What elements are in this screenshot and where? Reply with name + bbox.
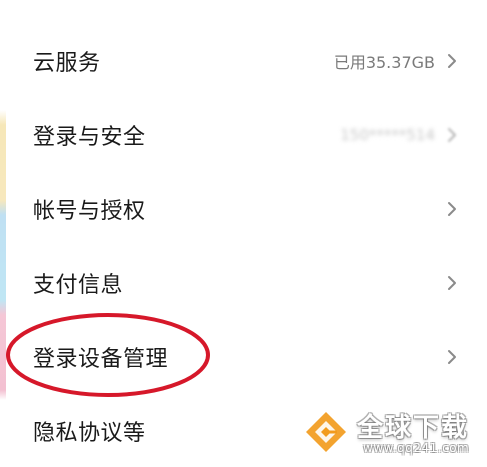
chevron-right-icon xyxy=(443,52,461,70)
settings-item-account-authorization[interactable]: 帐号与授权 xyxy=(0,172,487,246)
settings-item-label: 隐私协议等 xyxy=(33,421,146,446)
chevron-right-icon xyxy=(443,422,461,440)
settings-item-label: 支付信息 xyxy=(33,273,124,298)
account-settings-page: 云服务 已用35.37GB 登录与安全 150*****514 帐号与授权 支付… xyxy=(0,0,487,467)
settings-item-label: 帐号与授权 xyxy=(33,199,146,224)
settings-item-payment-info[interactable]: 支付信息 xyxy=(0,246,487,320)
settings-list: 云服务 已用35.37GB 登录与安全 150*****514 帐号与授权 支付… xyxy=(0,24,487,467)
settings-item-label: 云服务 xyxy=(33,51,101,76)
settings-item-login-device-management[interactable]: 登录设备管理 xyxy=(0,320,487,394)
settings-item-cloud-service[interactable]: 云服务 已用35.37GB xyxy=(0,24,487,98)
chevron-right-icon xyxy=(443,274,461,292)
settings-item-privacy-agreements[interactable]: 隐私协议等 xyxy=(0,394,487,467)
chevron-right-icon xyxy=(443,200,461,218)
chevron-right-icon xyxy=(443,126,461,144)
masked-phone-number: 150*****514 xyxy=(340,126,435,144)
cloud-storage-usage: 已用35.37GB xyxy=(333,53,435,72)
settings-item-label: 登录与安全 xyxy=(33,125,146,150)
settings-item-label: 登录设备管理 xyxy=(33,347,169,372)
settings-item-login-security[interactable]: 登录与安全 150*****514 xyxy=(0,98,487,172)
chevron-right-icon xyxy=(443,348,461,366)
